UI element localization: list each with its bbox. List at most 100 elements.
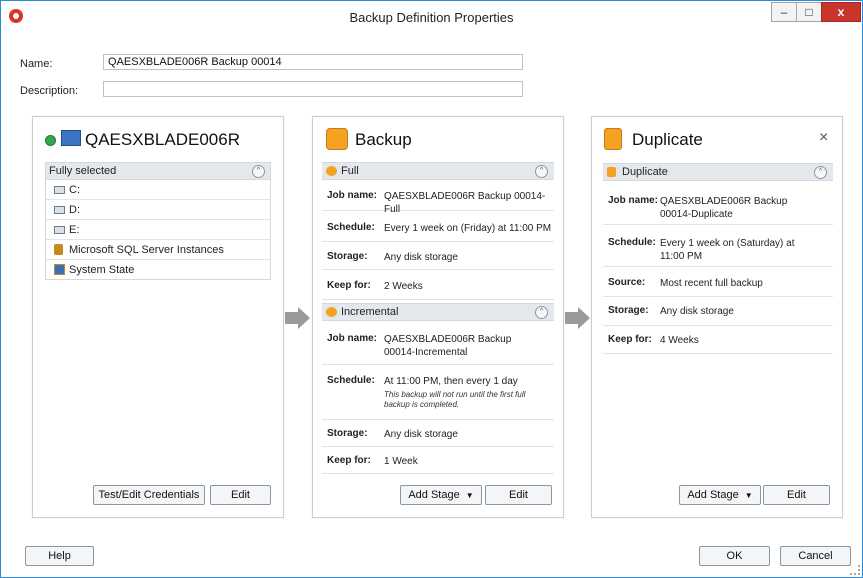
duplicate-source-value: Most recent full backup	[660, 278, 763, 289]
duplicate-icon	[604, 128, 622, 150]
full-keep-value: 2 Weeks	[384, 281, 423, 292]
description-input[interactable]	[103, 81, 523, 97]
cancel-button[interactable]: Cancel	[780, 546, 851, 566]
name-input[interactable]: QAESXBLADE006R Backup 00014	[103, 54, 523, 70]
storage-label: Storage:	[608, 305, 649, 316]
backup-title: Backup	[355, 130, 412, 149]
incremental-job-name-value: QAESXBLADE006R Backup 00014-Incremental	[384, 334, 512, 358]
full-keep-row: Keep for: 2 Weeks	[322, 270, 554, 300]
drive-icon	[54, 206, 65, 214]
incremental-schedule-value: At 11:00 PM, then every 1 day	[384, 376, 518, 387]
storage-label: Storage:	[327, 428, 368, 439]
fully-selected-header[interactable]: Fully selected ^	[45, 162, 271, 180]
source-panel: QAESXBLADE006R Fully selected ^ C: D: E:…	[32, 116, 284, 518]
test-edit-credentials-button[interactable]: Test/Edit Credentials	[93, 485, 205, 505]
help-button[interactable]: Help	[25, 546, 94, 566]
full-schedule-row: Schedule: Every 1 week on (Friday) at 11…	[322, 211, 554, 242]
source-edit-button[interactable]: Edit	[210, 485, 271, 505]
duplicate-keep-row: Keep for: 4 Weeks	[603, 326, 833, 354]
collapse-icon[interactable]: ^	[252, 165, 265, 178]
dropdown-caret-icon: ▼	[744, 491, 753, 500]
full-schedule-value: Every 1 week on (Friday) at 11:00 PM	[384, 223, 552, 234]
incremental-job-name-row: Job name: QAESXBLADE006R Backup 00014-In…	[322, 321, 554, 365]
status-ok-icon	[45, 135, 56, 146]
list-item-sql-server[interactable]: Microsoft SQL Server Instances	[45, 240, 271, 260]
duplicate-section-label: Duplicate	[622, 166, 668, 178]
backup-edit-button[interactable]: Edit	[485, 485, 552, 505]
dropdown-caret-icon: ▼	[465, 491, 474, 500]
duplicate-title: Duplicate	[632, 130, 703, 149]
backup-icon	[326, 128, 348, 150]
full-storage-row: Storage: Any disk storage	[322, 242, 554, 270]
full-job-name-row: Job name: QAESXBLADE006R Backup 00014-Fu…	[322, 180, 554, 215]
fully-selected-label: Fully selected	[49, 165, 117, 177]
ok-button[interactable]: OK	[699, 546, 770, 566]
backup-add-stage-button[interactable]: Add Stage ▼	[400, 485, 482, 505]
duplicate-keep-value: 4 Weeks	[660, 335, 699, 346]
flow-arrow-stem	[565, 312, 578, 324]
minimize-button[interactable]: –	[771, 2, 797, 22]
duplicate-add-stage-button[interactable]: Add Stage ▼	[679, 485, 761, 505]
list-item-label: E:	[69, 224, 80, 236]
schedule-label: Schedule:	[608, 237, 656, 248]
duplicate-close-icon[interactable]: ×	[819, 129, 828, 147]
flow-arrow-icon	[298, 307, 310, 329]
duplicate-job-name-value: QAESXBLADE006R Backup 00014-Duplicate	[660, 196, 788, 220]
list-item-e-drive[interactable]: E:	[45, 220, 271, 240]
duplicate-schedule-value: Every 1 week on (Saturday) at 11:00 PM	[660, 238, 795, 262]
incremental-keep-value: 1 Week	[384, 456, 418, 467]
incremental-keep-row: Keep for: 1 Week	[322, 447, 554, 474]
collapse-icon[interactable]: ^	[535, 306, 548, 319]
system-state-icon	[54, 264, 65, 275]
keep-for-label: Keep for:	[608, 334, 652, 345]
add-stage-label: Add Stage	[408, 489, 460, 501]
backup-panel: Backup Full ^ Job name: QAESXBLADE006R B…	[312, 116, 564, 518]
list-item-system-state[interactable]: System State	[45, 260, 271, 280]
database-icon	[54, 244, 63, 255]
schedule-label: Schedule:	[327, 375, 375, 386]
list-item-d-drive[interactable]: D:	[45, 200, 271, 220]
add-stage-label: Add Stage	[687, 489, 739, 501]
full-section-label: Full	[341, 165, 359, 177]
flow-arrow-stem	[285, 312, 298, 324]
keep-for-label: Keep for:	[327, 280, 371, 291]
duplicate-storage-value: Any disk storage	[660, 306, 734, 317]
title-bar[interactable]: Backup Definition Properties – □ x	[1, 1, 862, 33]
list-item-label: Microsoft SQL Server Instances	[69, 244, 224, 256]
drive-icon	[54, 186, 65, 194]
list-item-label: D:	[69, 204, 80, 216]
duplicate-storage-row: Storage: Any disk storage	[603, 297, 833, 326]
incremental-section-header[interactable]: Incremental ^	[322, 303, 554, 321]
duplicate-stage-icon	[607, 167, 616, 177]
source-title: QAESXBLADE006R	[85, 130, 240, 149]
resize-grip-icon[interactable]	[850, 565, 860, 575]
incremental-section-label: Incremental	[341, 306, 399, 318]
schedule-label: Schedule:	[327, 222, 375, 233]
duplicate-section-header[interactable]: Duplicate ^	[603, 163, 833, 181]
backup-definition-window: Backup Definition Properties – □ x Name:…	[0, 0, 863, 578]
job-name-label: Job name:	[327, 333, 378, 344]
job-name-label: Job name:	[608, 195, 659, 206]
window-title: Backup Definition Properties	[349, 10, 514, 25]
computer-icon	[61, 130, 81, 146]
maximize-button[interactable]: □	[796, 2, 822, 22]
duplicate-edit-button[interactable]: Edit	[763, 485, 830, 505]
drive-icon	[54, 226, 65, 234]
incremental-schedule-row: Schedule: At 11:00 PM, then every 1 day …	[322, 365, 554, 420]
list-item-c-drive[interactable]: C:	[45, 180, 271, 200]
duplicate-panel: Duplicate × Duplicate ^ Job name: QAESXB…	[591, 116, 843, 518]
full-section-header[interactable]: Full ^	[322, 162, 554, 180]
duplicate-schedule-row: Schedule: Every 1 week on (Saturday) at …	[603, 225, 833, 267]
keep-for-label: Keep for:	[327, 455, 371, 466]
full-storage-value: Any disk storage	[384, 252, 458, 263]
description-label: Description:	[20, 85, 79, 97]
job-name-label: Job name:	[327, 190, 378, 201]
collapse-icon[interactable]: ^	[814, 166, 827, 179]
name-label: Name:	[20, 58, 53, 70]
collapse-icon[interactable]: ^	[535, 165, 548, 178]
close-button[interactable]: x	[821, 2, 861, 22]
incremental-backup-icon	[326, 307, 337, 317]
flow-arrow-icon	[578, 307, 590, 329]
incremental-schedule-note: This backup will not run until the first…	[384, 390, 526, 409]
duplicate-job-name-row: Job name: QAESXBLADE006R Backup 00014-Du…	[603, 181, 833, 225]
